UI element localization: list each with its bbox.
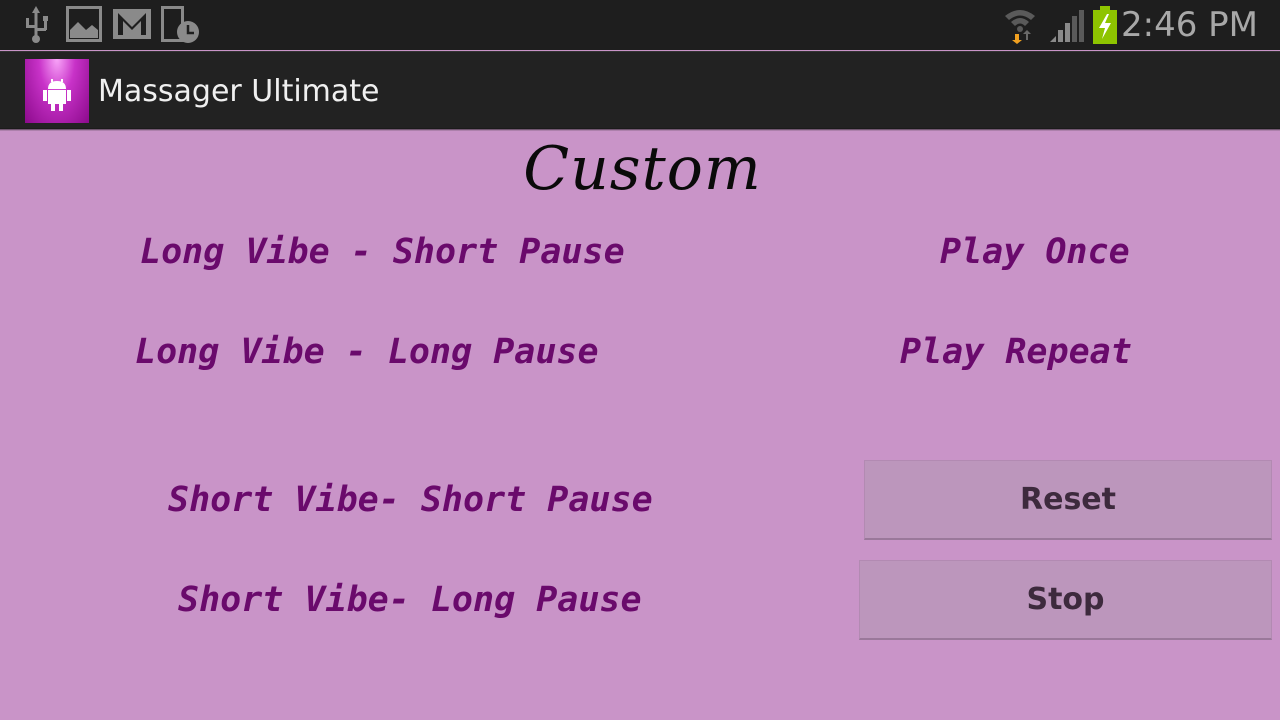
page-title: Custom: [523, 134, 762, 204]
action-bar: Massager Ultimate: [0, 51, 1280, 129]
android-icon: [43, 79, 71, 111]
image-icon: [66, 6, 102, 46]
clock: 2:46 PM: [1121, 5, 1258, 45]
action-bar-shadow: [0, 128, 1280, 131]
stop-button[interactable]: Stop: [859, 560, 1272, 640]
pattern-short-vibe-long-pause[interactable]: Short Vibe- Long Pause: [178, 578, 642, 622]
app-icon[interactable]: [25, 59, 89, 123]
pattern-short-vibe-short-pause[interactable]: Short Vibe- Short Pause: [168, 478, 653, 522]
gmail-icon: [113, 6, 151, 43]
battery-charging-icon: [1093, 6, 1117, 48]
play-repeat-option[interactable]: Play Repeat: [900, 330, 1132, 374]
status-bar: 2:46 PM: [0, 0, 1280, 50]
pattern-long-vibe-short-pause[interactable]: Long Vibe - Short Pause: [140, 230, 625, 274]
signal-icon: [1050, 10, 1084, 46]
app-title: Massager Ultimate: [98, 74, 380, 109]
wifi-icon: [1003, 6, 1039, 48]
play-once-option[interactable]: Play Once: [940, 230, 1130, 274]
reset-button[interactable]: Reset: [864, 460, 1272, 540]
pattern-long-vibe-long-pause[interactable]: Long Vibe - Long Pause: [135, 330, 599, 374]
phone-clock-icon: [161, 6, 201, 48]
usb-icon: [22, 6, 50, 48]
